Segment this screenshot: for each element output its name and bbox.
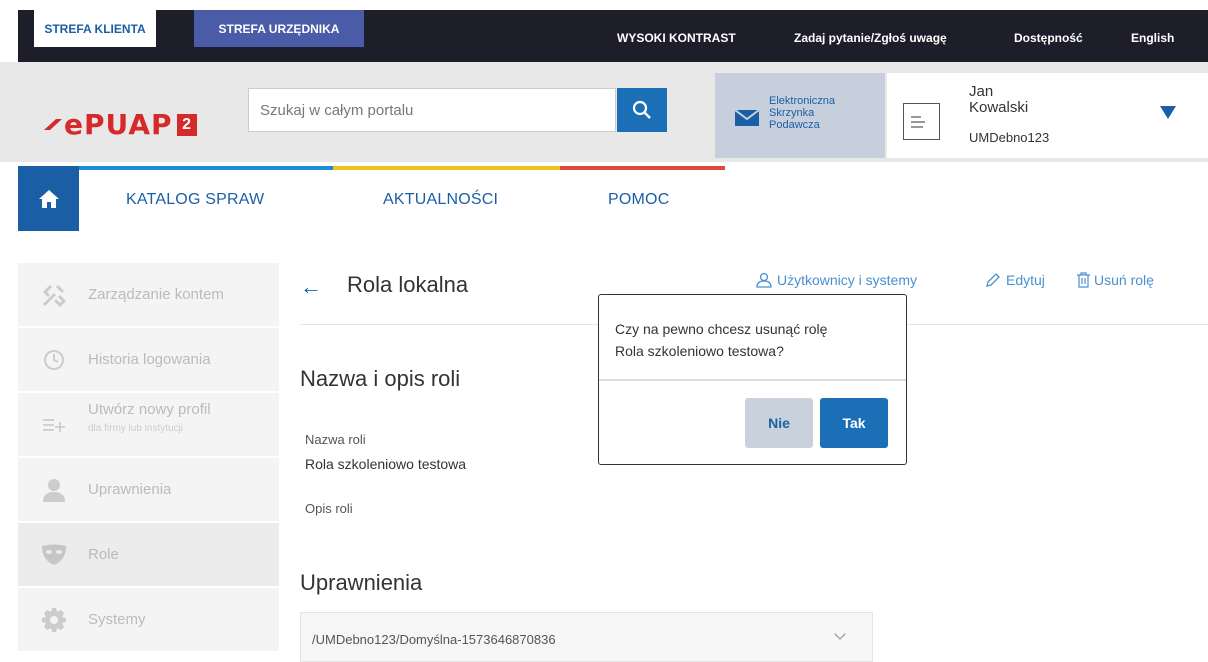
- user-login: UMDebno123: [969, 130, 1050, 145]
- sidebar-item-sublabel: dla firmy lub instytucji: [88, 423, 184, 434]
- stripe-red: [560, 166, 725, 170]
- esp-label-line2: Skrzynka: [769, 107, 815, 119]
- sidebar-item-utworz-profil[interactable]: Utwórz nowy profil dla firmy lub instytu…: [18, 393, 279, 457]
- sidebar-item-uprawnienia[interactable]: Uprawnienia: [18, 458, 279, 522]
- page-title: Rola lokalna: [347, 272, 469, 297]
- user-outline-icon: [756, 272, 772, 288]
- esp-label-line3: Podawcza: [769, 119, 820, 131]
- permission-item-label: /UMDebno123/Domyślna-1573646870836: [312, 632, 556, 647]
- user-last-name: Kowalski: [969, 99, 1029, 116]
- english-link[interactable]: English: [1131, 31, 1174, 45]
- nav-aktualnosci[interactable]: AKTUALNOŚCI: [383, 191, 498, 209]
- pencil-icon: [986, 273, 1000, 287]
- delete-role-label: Usuń rolę: [1094, 272, 1154, 288]
- confirm-button[interactable]: Tak: [820, 398, 888, 448]
- tab-strefa-klienta[interactable]: STREFA KLIENTA: [34, 10, 156, 47]
- users-systems-label: Użytkownicy i systemy: [777, 272, 918, 288]
- sidebar-item-label: Systemy: [88, 611, 146, 628]
- cancel-button[interactable]: Nie: [745, 398, 813, 448]
- clock-icon: [40, 346, 68, 374]
- home-button[interactable]: [18, 166, 79, 231]
- logo-text: ePUAP: [64, 108, 173, 141]
- sidebar-item-zarzadzanie-kontem[interactable]: Zarządzanie kontem: [18, 263, 279, 327]
- back-arrow-icon[interactable]: ←: [300, 274, 322, 300]
- nav-katalog-spraw[interactable]: KATALOG SPRAW: [126, 191, 264, 209]
- dialog-message-line2: Rola szkoleniowo testowa?: [615, 343, 784, 359]
- high-contrast-link[interactable]: WYSOKI KONTRAST: [617, 31, 736, 45]
- search-button[interactable]: [617, 88, 667, 132]
- sidebar-item-role[interactable]: Role: [18, 523, 279, 587]
- epuap-logo[interactable]: ePUAP 2: [42, 108, 197, 141]
- search-icon: [632, 100, 651, 119]
- avatar-placeholder-icon: [910, 115, 925, 128]
- dialog-divider: [599, 379, 906, 381]
- home-icon: [38, 189, 59, 208]
- accessibility-link[interactable]: Dostępność: [1014, 31, 1083, 45]
- sidebar-item-label: Zarządzanie kontem: [88, 286, 224, 303]
- sidebar-item-historia-logowania[interactable]: Historia logowania: [18, 328, 279, 392]
- role-desc-label: Opis roli: [305, 501, 353, 516]
- delete-role-link[interactable]: Usuń rolę: [1076, 272, 1154, 288]
- edit-link[interactable]: Edytuj: [985, 272, 1045, 288]
- sidebar-item-label: Utwórz nowy profil: [88, 401, 211, 418]
- mask-icon: [40, 541, 68, 569]
- sidebar-item-systemy[interactable]: Systemy: [18, 588, 279, 652]
- user-first-name: Jan: [969, 83, 994, 100]
- section-title-name-desc: Nazwa i opis roli: [300, 366, 461, 391]
- dialog-message: Czy na pewno chcesz usunąć rolę Rola szk…: [615, 318, 895, 362]
- search-input[interactable]: Szukaj w całym portalu: [248, 88, 616, 132]
- role-name-value: Rola szkoleniowo testowa: [305, 456, 467, 472]
- chevron-down-icon[interactable]: [1160, 106, 1176, 119]
- edit-label: Edytuj: [1006, 272, 1045, 288]
- trash-icon: [1077, 272, 1090, 288]
- sidebar-item-label: Historia logowania: [88, 351, 211, 368]
- tab-strefa-urzednika[interactable]: STREFA URZĘDNIKA: [194, 10, 364, 47]
- nav-pomoc[interactable]: POMOC: [608, 191, 669, 209]
- dialog-message-line1: Czy na pewno chcesz usunąć rolę: [615, 321, 828, 337]
- role-name-label: Nazwa roli: [305, 432, 366, 447]
- sidebar-item-label: Uprawnienia: [88, 481, 172, 498]
- sidebar-item-label: Role: [88, 546, 119, 563]
- gear-icon: [40, 606, 68, 634]
- esp-label-line1: Elektroniczna: [769, 95, 836, 107]
- user-icon: [40, 476, 68, 504]
- avatar: [903, 103, 940, 140]
- envelope-icon: [735, 110, 759, 126]
- section-title-permissions: Uprawnienia: [300, 570, 423, 595]
- users-systems-link[interactable]: Użytkownicy i systemy: [756, 272, 917, 288]
- add-list-icon: [40, 411, 68, 439]
- stripe-yellow: [333, 166, 560, 170]
- user-name: Jan Kowalski: [969, 84, 1089, 116]
- logo-swoosh-icon: [44, 118, 62, 130]
- feedback-link[interactable]: Zadaj pytanie/Zgłoś uwagę: [794, 31, 947, 45]
- logo-badge: 2: [176, 113, 197, 136]
- esp-label: Elektroniczna Skrzynka Podawcza: [769, 95, 869, 131]
- tools-icon: [40, 281, 68, 309]
